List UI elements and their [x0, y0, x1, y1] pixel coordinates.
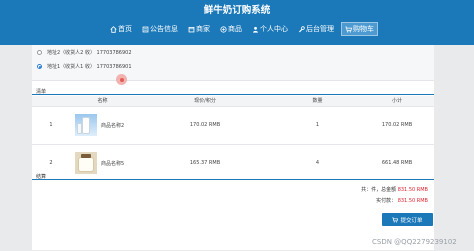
- checkout-divider: [32, 179, 434, 180]
- order-panel: 地址2（收货人2 收） 17703786902 地址1（收货人1 收） 1770…: [32, 45, 434, 250]
- cart-icon: [345, 26, 352, 32]
- row-price: 170.02 RMB: [135, 105, 275, 144]
- col-subtotal-header: 小计: [360, 96, 434, 106]
- table-row: 1 商品名称2 170.02 RMB 1 170.02 RMB: [32, 105, 434, 144]
- mouse-cursor-highlight: [116, 74, 127, 85]
- product-image[interactable]: [75, 114, 97, 136]
- address-text: 地址1（收货人1 收） 17703786901: [47, 64, 132, 70]
- product-name[interactable]: 商品名称2: [101, 122, 124, 129]
- nav-home[interactable]: 首页: [107, 23, 135, 35]
- address-list: 地址2（收货人2 收） 17703786902 地址1（收货人1 收） 1770…: [32, 45, 434, 81]
- csdn-watermark: CSDN @QQ2279239102: [372, 238, 457, 246]
- row-subtotal: 661.48 RMB: [360, 143, 434, 182]
- product-info[interactable]: 商品名称2: [70, 114, 135, 136]
- address-text: 地址2（收货人2 收） 17703786902: [47, 50, 132, 56]
- submit-order-button[interactable]: 提交订单: [382, 213, 433, 226]
- col-price-header: 现价/积分: [135, 96, 275, 106]
- product-image[interactable]: [75, 152, 97, 175]
- product-cell: 商品名称2: [70, 105, 135, 144]
- row-subtotal: 170.02 RMB: [360, 105, 434, 144]
- shop-icon: [188, 26, 195, 32]
- cart-icon: [392, 217, 399, 223]
- cart-table: 名称 现价/积分 数量 小计 1 商品名称2 170.02 RMB 1 170.…: [32, 96, 434, 182]
- address-radio-selected[interactable]: [37, 64, 42, 69]
- table-row: 2 商品名称5 165.37 RMB 4 661.48 RMB: [32, 143, 434, 182]
- row-index: 1: [32, 105, 70, 144]
- nav-cart[interactable]: 购物车: [341, 22, 378, 36]
- paid-amount: 831.50 RMB: [397, 198, 428, 204]
- nav-admin[interactable]: 后台管理: [295, 23, 337, 35]
- goods-icon: [220, 25, 227, 33]
- nav-merchants[interactable]: 商家: [185, 23, 213, 35]
- nav-home-label: 首页: [118, 25, 132, 33]
- row-qty: 1: [275, 105, 360, 144]
- nav-goods[interactable]: 商品: [217, 23, 245, 35]
- row-price: 165.37 RMB: [135, 143, 275, 182]
- total-line: 共：件，总金额 831.50 RMB: [361, 186, 428, 193]
- nav-notices[interactable]: 公告信息: [139, 23, 181, 35]
- row-qty: 4: [275, 143, 360, 182]
- paid-label: 实付款：: [376, 198, 397, 204]
- top-header: 鲜牛奶订购系统 首页 公告信息 商家 商品 个人中心 后台管理 购物车: [0, 0, 474, 45]
- nav-profile-label: 个人中心: [260, 25, 288, 33]
- submit-order-label: 提交订单: [400, 217, 423, 224]
- nav-merchants-label: 商家: [196, 25, 210, 33]
- product-name[interactable]: 商品名称5: [101, 160, 124, 167]
- total-amount: 831.50 RMB: [397, 187, 428, 193]
- notice-icon: [142, 26, 149, 32]
- nav-cart-label: 购物车: [353, 25, 374, 33]
- product-info[interactable]: 商品名称5: [70, 152, 135, 175]
- col-index-header: [32, 96, 70, 106]
- list-divider: [32, 94, 434, 95]
- main-nav: 首页 公告信息 商家 商品 个人中心 后台管理 购物车: [107, 22, 378, 36]
- address-option-1[interactable]: 地址1（收货人1 收） 17703786901: [37, 63, 132, 70]
- paid-line: 实付款： 831.50 RMB: [376, 197, 428, 204]
- home-icon: [110, 25, 117, 33]
- wrench-icon: [299, 25, 305, 32]
- col-qty-header: 数量: [275, 96, 360, 106]
- product-cell: 商品名称5: [70, 143, 135, 182]
- col-name-header: 名称: [70, 96, 135, 106]
- nav-notices-label: 公告信息: [150, 25, 178, 33]
- nav-profile[interactable]: 个人中心: [249, 23, 291, 35]
- table-header-row: 名称 现价/积分 数量 小计: [32, 96, 434, 106]
- user-icon: [253, 26, 258, 33]
- site-title: 鲜牛奶订购系统: [203, 5, 271, 16]
- nav-admin-label: 后台管理: [306, 25, 334, 33]
- address-radio[interactable]: [37, 50, 42, 55]
- nav-goods-label: 商品: [228, 25, 242, 33]
- address-option-2[interactable]: 地址2（收货人2 收） 17703786902: [37, 49, 132, 56]
- total-label: 共：件，总金额: [361, 187, 397, 193]
